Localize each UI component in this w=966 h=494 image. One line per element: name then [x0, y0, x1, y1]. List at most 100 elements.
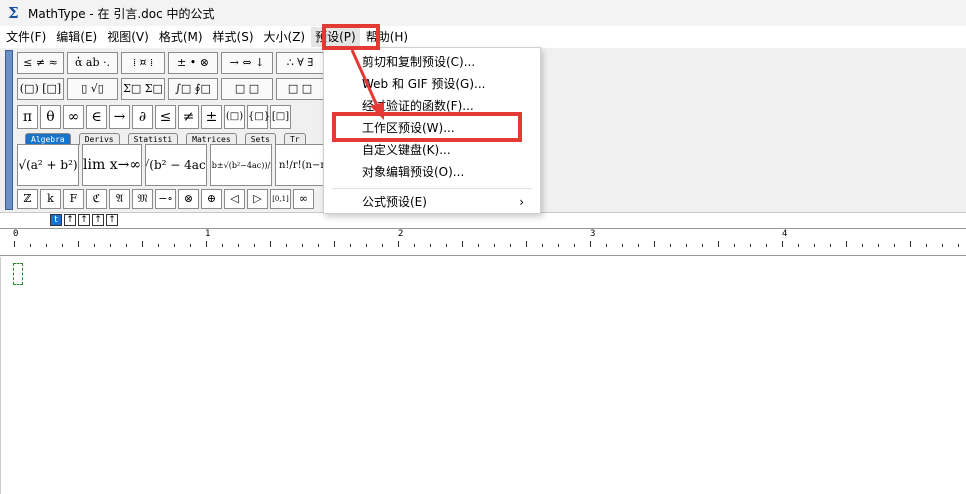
summation-palette[interactable]: ∫□ ∮□: [168, 78, 218, 100]
ruler-tick: [318, 244, 319, 247]
ruler-tick: [302, 244, 303, 247]
template-quadratic-formula[interactable]: (−b±√(b²−4ac))/2a: [210, 144, 272, 186]
pi-symbol[interactable]: π: [17, 105, 38, 129]
k-symbol[interactable]: k: [40, 189, 61, 209]
ruler-tick: [206, 241, 207, 247]
ruler-tick: [174, 244, 175, 247]
matrix-palette[interactable]: □ □: [276, 78, 324, 100]
ruler-tick: [702, 244, 703, 247]
title-bar: Σ MathType - 在 引言.doc 中的公式: [0, 0, 966, 26]
left-triangle-symbol[interactable]: ◁: [224, 189, 245, 209]
menu-item-equation-preferences[interactable]: 公式预设(E) ›: [362, 192, 532, 212]
template-pythagoras[interactable]: √(a² + b²): [17, 144, 79, 186]
menu-style[interactable]: 样式(S): [209, 27, 258, 47]
interval-symbol[interactable]: [0,1]: [270, 189, 291, 209]
ruler-tick: [414, 244, 415, 247]
ruler-tick: [590, 241, 591, 247]
menu-file[interactable]: 文件(F): [2, 27, 50, 47]
ruler-tick: [350, 244, 351, 247]
insertion-slot[interactable]: [13, 263, 23, 285]
level-up-2-icon[interactable]: ↑: [78, 214, 90, 226]
integers-symbol[interactable]: ℤ: [17, 189, 38, 209]
less-equal-symbol[interactable]: ≤: [155, 105, 176, 129]
ruler-tick: [654, 241, 655, 247]
theta-symbol[interactable]: θ: [40, 105, 61, 129]
braces-template[interactable]: {□}: [247, 105, 270, 129]
embellishments-palette[interactable]: ⁞ ¤ ⁞: [121, 52, 165, 74]
element-of-symbol[interactable]: ∈: [86, 105, 107, 129]
fraktur-a-symbol[interactable]: 𝔄: [109, 189, 130, 209]
annotation-arrow-icon: [350, 49, 384, 120]
ruler-tick: [910, 241, 911, 247]
level-text-icon[interactable]: t: [50, 214, 62, 226]
composition-symbol[interactable]: −∘: [155, 189, 176, 209]
mathtype-logo-icon: Σ: [8, 4, 19, 22]
fraction-radical-palette[interactable]: ▯ √▯: [67, 78, 118, 100]
brackets-template[interactable]: [□]: [270, 105, 291, 129]
level-up-3-icon[interactable]: ↑: [92, 214, 104, 226]
relational-symbols-palette[interactable]: ≤ ≠ ≈: [17, 52, 64, 74]
ruler[interactable]: 0 1 2 3 4: [0, 228, 966, 256]
menu-view[interactable]: 视图(V): [103, 27, 153, 47]
parentheses-template[interactable]: (□): [224, 105, 245, 129]
plus-minus-symbol[interactable]: ±: [201, 105, 222, 129]
partial-symbol[interactable]: ∂: [132, 105, 153, 129]
window-title: MathType - 在 引言.doc 中的公式: [28, 6, 215, 21]
ruler-tick: [158, 244, 159, 247]
ruler-tick: [30, 244, 31, 247]
subscript-superscript-palette[interactable]: Σ□ Σ□: [121, 78, 165, 100]
ruler-mark-1: 1: [205, 229, 211, 239]
not-equal-symbol[interactable]: ≠: [178, 105, 199, 129]
infinity-small-symbol[interactable]: ∞: [293, 189, 314, 209]
toolbar-grip[interactable]: [5, 50, 13, 210]
right-triangle-symbol[interactable]: ▷: [247, 189, 268, 209]
ruler-tick: [782, 241, 783, 247]
ruler-tick: [462, 241, 463, 247]
operator-symbols-palette[interactable]: ± • ⊗: [168, 52, 218, 74]
ruler-tick: [510, 244, 511, 247]
ruler-tick: [126, 244, 127, 247]
menu-item-customize-keyboard[interactable]: 自定义键盘(K)...: [362, 140, 532, 160]
ruler-tick: [814, 244, 815, 247]
ruler-tick: [846, 241, 847, 247]
alphabet-symbol-bar: ℤ k F ℭ 𝔄 𝔐 −∘ ⊗ ⊕ ◁ ▷ [0,1] ∞: [17, 189, 316, 209]
ruler-mark-4: 4: [782, 229, 788, 239]
ruler-tick: [62, 244, 63, 247]
ruler-mark-3: 3: [590, 229, 596, 239]
submenu-arrow-icon: ›: [519, 195, 524, 209]
fence-templates-palette[interactable]: (□) [□]: [17, 78, 64, 100]
menu-item-object-editing-preferences[interactable]: 对象编辑预设(O)...: [362, 162, 532, 182]
circled-plus-symbol[interactable]: ⊕: [201, 189, 222, 209]
f-symbol[interactable]: F: [63, 189, 84, 209]
template-discriminant[interactable]: √(b² − 4ac): [145, 144, 207, 186]
spaces-ellipses-palette[interactable]: ἀ ab ·.: [67, 52, 118, 74]
ruler-tick: [798, 244, 799, 247]
ruler-tick: [382, 244, 383, 247]
template-limit[interactable]: lim x→∞: [82, 144, 142, 186]
fraktur-c-symbol[interactable]: ℭ: [86, 189, 107, 209]
ruler-tick: [110, 244, 111, 247]
menu-edit[interactable]: 编辑(E): [52, 27, 101, 47]
ruler-tick: [46, 244, 47, 247]
ruler-tick: [94, 244, 95, 247]
level-up-4-icon[interactable]: ↑: [106, 214, 118, 226]
small-symbol-bar: π θ ∞ ∈ → ∂ ≤ ≠ ± (□) {□} [□]: [17, 105, 293, 129]
size-level-bar: t ↑ ↑ ↑ ↑: [50, 214, 120, 226]
integral-palette[interactable]: □ □: [221, 78, 273, 100]
ruler-tick: [878, 244, 879, 247]
arrow-symbols-palette[interactable]: → ⇔ ↓: [221, 52, 273, 74]
menu-bar: 文件(F) 编辑(E) 视图(V) 格式(M) 样式(S) 大小(Z) 预设(P…: [0, 26, 966, 48]
menu-format[interactable]: 格式(M): [155, 27, 207, 47]
infinity-symbol[interactable]: ∞: [63, 105, 84, 129]
right-arrow-symbol[interactable]: →: [109, 105, 130, 129]
ruler-tick: [894, 244, 895, 247]
fraktur-m-symbol[interactable]: 𝔐: [132, 189, 153, 209]
symbol-palette-row-1: ≤ ≠ ≈ ἀ ab ·. ⁞ ¤ ⁞ ± • ⊗ → ⇔ ↓ ∴ ∀ ∃: [17, 52, 327, 74]
menu-size[interactable]: 大小(Z): [260, 27, 310, 47]
logical-symbols-palette[interactable]: ∴ ∀ ∃: [276, 52, 324, 74]
ruler-tick: [398, 241, 399, 247]
level-up-icon[interactable]: ↑: [64, 214, 76, 226]
ruler-tick: [766, 244, 767, 247]
equation-editor-area[interactable]: [0, 257, 966, 494]
circled-times-symbol[interactable]: ⊗: [178, 189, 199, 209]
